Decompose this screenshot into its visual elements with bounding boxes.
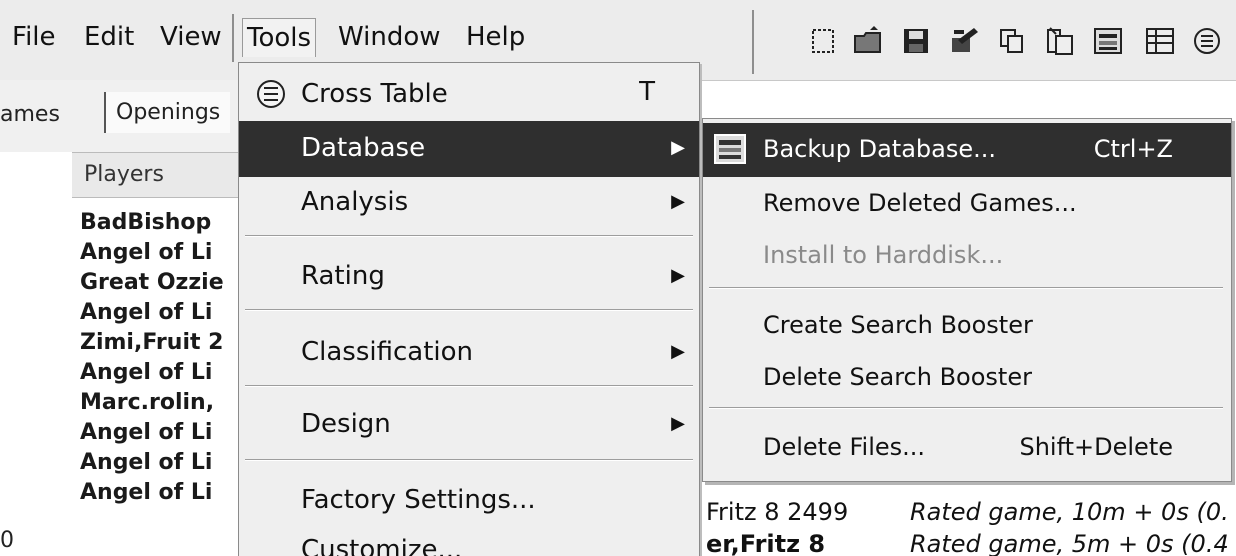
menu-view[interactable]: View	[160, 22, 222, 52]
database-icon[interactable]	[1090, 24, 1126, 58]
menu-item-label: Delete Search Booster	[763, 363, 1032, 391]
menu-file[interactable]: File	[12, 22, 56, 52]
menu-item-classification[interactable]: Classification ▶	[239, 325, 699, 381]
menu-item-design[interactable]: Design ▶	[239, 397, 699, 453]
menu-item-shortcut: T	[639, 77, 655, 107]
menu-item-delete-search-booster[interactable]: Delete Search Booster	[703, 351, 1231, 405]
submenu-arrow-icon: ▶	[671, 265, 685, 286]
tools-dropdown-menu: Cross Table T Database ▶ Analysis ▶ Rati…	[238, 62, 700, 556]
menu-item-label: Delete Files...	[763, 433, 926, 461]
menu-window[interactable]: Window	[338, 22, 441, 52]
menu-item-label: Database	[301, 133, 426, 163]
game-info[interactable]: Rated game, 10m + 0s (0.	[910, 498, 1229, 526]
menu-item-label: Cross Table	[301, 79, 448, 109]
menu-item-label: Customize...	[301, 535, 463, 556]
menu-item-factory-settings[interactable]: Factory Settings...	[239, 473, 699, 529]
tab-games[interactable]: ames	[0, 102, 60, 127]
submenu-arrow-icon: ▶	[671, 413, 685, 434]
menu-item-database[interactable]: Database ▶	[239, 121, 699, 177]
edit-icon[interactable]	[946, 24, 982, 58]
app-window: File Edit View Tools Window Help ames Op…	[0, 0, 1236, 556]
database-submenu: Backup Database... Ctrl+Z Remove Deleted…	[702, 118, 1232, 482]
menu-item-label: Remove Deleted Games...	[763, 189, 1077, 217]
toolbar-separator	[752, 10, 754, 74]
list-item[interactable]: BadBishop	[80, 208, 240, 238]
menu-item-install-to-harddisk: Install to Harddisk...	[703, 229, 1231, 283]
menu-item-label: Backup Database...	[763, 135, 997, 163]
menu-divider	[709, 407, 1223, 409]
menu-item-label: Install to Harddisk...	[763, 241, 1004, 269]
table-icon[interactable]	[1142, 24, 1178, 58]
menu-item-create-search-booster[interactable]: Create Search Booster	[703, 299, 1231, 353]
menu-item-analysis[interactable]: Analysis ▶	[239, 175, 699, 231]
list-item[interactable]: Great Ozzie	[80, 268, 240, 298]
menu-item-label: Design	[301, 409, 391, 439]
menu-divider	[709, 287, 1223, 289]
copy-icon[interactable]	[994, 24, 1030, 58]
cross-table-icon	[253, 77, 289, 115]
open-icon[interactable]	[850, 24, 886, 58]
crosstable-icon[interactable]	[1190, 24, 1226, 58]
menu-item-rating[interactable]: Rating ▶	[239, 249, 699, 305]
menu-divider	[245, 235, 693, 237]
menu-item-shortcut: Shift+Delete	[1019, 433, 1173, 461]
menu-separator	[232, 14, 234, 62]
menu-item-backup-database[interactable]: Backup Database... Ctrl+Z	[703, 123, 1231, 177]
menu-item-label: Rating	[301, 261, 385, 291]
list-item[interactable]: Angel of Li	[80, 448, 240, 478]
game-player[interactable]: Fritz 8 2499	[706, 498, 848, 526]
submenu-arrow-icon: ▶	[671, 137, 685, 158]
menu-item-cross-table[interactable]: Cross Table T	[239, 67, 699, 123]
list-item[interactable]: Zimi,Fruit 2	[80, 328, 240, 358]
menu-divider	[245, 385, 693, 387]
backup-database-icon	[713, 133, 747, 169]
menu-item-delete-files[interactable]: Delete Files... Shift+Delete	[703, 421, 1231, 475]
menu-item-customize[interactable]: Customize...	[239, 523, 699, 556]
tab-openings[interactable]: Openings	[104, 92, 231, 133]
list-item[interactable]: Marc.rolin,	[80, 388, 240, 418]
menu-divider	[245, 459, 693, 461]
menu-divider	[245, 309, 693, 311]
list-item[interactable]: Angel of Li	[80, 478, 240, 508]
menu-item-shortcut: Ctrl+Z	[1093, 135, 1173, 163]
paste-icon[interactable]	[1042, 24, 1078, 58]
menu-edit[interactable]: Edit	[84, 22, 134, 52]
menu-item-remove-deleted-games[interactable]: Remove Deleted Games...	[703, 177, 1231, 231]
menu-tools[interactable]: Tools	[242, 18, 317, 57]
new-icon[interactable]	[806, 24, 842, 58]
menu-item-label: Create Search Booster	[763, 311, 1033, 339]
list-item[interactable]: Angel of Li	[80, 358, 240, 388]
save-icon[interactable]	[898, 24, 934, 58]
menu-item-label: Analysis	[301, 187, 409, 217]
menu-help[interactable]: Help	[466, 22, 525, 52]
game-player[interactable]: er,Fritz 8	[706, 530, 825, 556]
submenu-arrow-icon: ▶	[671, 341, 685, 362]
menu-item-label: Classification	[301, 337, 474, 367]
player-list: BadBishop Angel of Li Great Ozzie Angel …	[80, 208, 240, 508]
menu-item-label: Factory Settings...	[301, 485, 536, 515]
list-item[interactable]: Angel of Li	[80, 238, 240, 268]
list-item[interactable]: Angel of Li	[80, 418, 240, 448]
column-header-players[interactable]: Players	[72, 152, 254, 198]
list-item[interactable]: Angel of Li	[80, 298, 240, 328]
submenu-arrow-icon: ▶	[671, 191, 685, 212]
row-number: 0	[0, 528, 14, 553]
game-info[interactable]: Rated game, 5m + 0s (0.4	[910, 530, 1229, 556]
